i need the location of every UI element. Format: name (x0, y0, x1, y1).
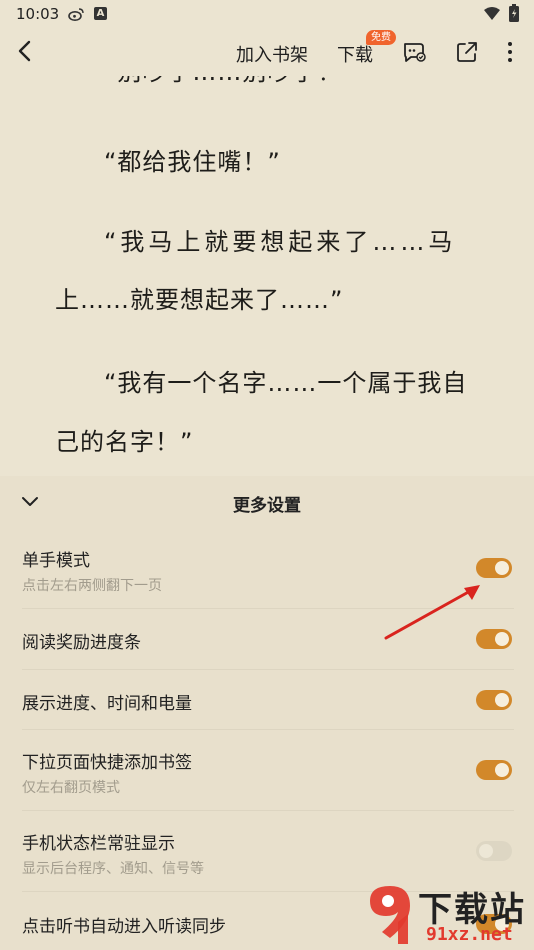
toggle-knob (495, 561, 509, 575)
book-content[interactable]: “别吵了……别吵了！” “都给我住嘴！” “我马上就要想起来了……马 上……就要… (0, 76, 534, 476)
reader-toolbar: 加入书架 下载 免费 (0, 28, 534, 76)
panel-title: 更多设置 (233, 496, 301, 516)
share-icon[interactable] (456, 41, 478, 63)
comment-icon[interactable] (402, 41, 426, 63)
paragraph-partial: “别吵了……别吵了！” (104, 76, 356, 87)
setting-label: 下拉页面快捷添加书签 (22, 753, 192, 773)
setting-label: 手机状态栏常驻显示 (22, 834, 175, 854)
status-bar-display-toggle[interactable] (476, 841, 512, 861)
paragraph-line: “我马上就要想起来了……马 (104, 228, 457, 256)
weibo-icon (68, 8, 84, 21)
paragraph-line: 上……就要想起来了……” (55, 286, 344, 314)
notification-a-icon: A (94, 7, 107, 20)
status-bar: 10:03 A (0, 0, 534, 28)
paragraph-line: 己的名字！” (55, 428, 194, 456)
one-hand-mode-toggle[interactable] (476, 558, 512, 578)
status-time: 10:03 (16, 5, 60, 23)
toggle-knob (495, 763, 509, 777)
site-watermark: 下载站 91xz.net (364, 880, 534, 950)
setting-description: 点击左右两侧翻下一页 (22, 578, 162, 594)
setting-pull-bookmark[interactable]: 下拉页面快捷添加书签 仅左右翻页模式 (22, 730, 514, 811)
show-progress-toggle[interactable] (476, 690, 512, 710)
setting-label: 阅读奖励进度条 (22, 633, 141, 653)
more-settings-panel: 更多设置 单手模式 点击左右两侧翻下一页 阅读奖励进度条 展示进度、时间和电量 … (0, 476, 534, 950)
toggle-knob (495, 632, 509, 646)
setting-label: 点击听书自动进入听读同步 (22, 917, 226, 937)
pull-bookmark-toggle[interactable] (476, 760, 512, 780)
setting-description: 仅左右翻页模式 (22, 780, 120, 796)
setting-label: 单手模式 (22, 551, 90, 571)
toggle-knob (495, 693, 509, 707)
annotation-arrow-icon (384, 585, 480, 640)
more-options-icon[interactable] (504, 40, 516, 64)
watermark-domain: 91xz.net (426, 924, 513, 945)
paragraph: “都给我住嘴！” (104, 148, 281, 176)
setting-label: 展示进度、时间和电量 (22, 694, 192, 714)
paragraph-line: “我有一个名字……一个属于我自 (104, 369, 468, 397)
back-arrow-icon[interactable] (12, 36, 38, 66)
free-badge: 免费 (366, 30, 396, 45)
wifi-icon (484, 7, 500, 20)
setting-show-progress[interactable]: 展示进度、时间和电量 (22, 670, 514, 730)
battery-icon (509, 4, 519, 22)
add-to-shelf-button[interactable]: 加入书架 (236, 41, 308, 67)
panel-header: 更多设置 (0, 476, 534, 528)
setting-description: 显示后台程序、通知、信号等 (22, 861, 204, 877)
toggle-knob (479, 844, 493, 858)
watermark-logo-icon (370, 886, 410, 944)
